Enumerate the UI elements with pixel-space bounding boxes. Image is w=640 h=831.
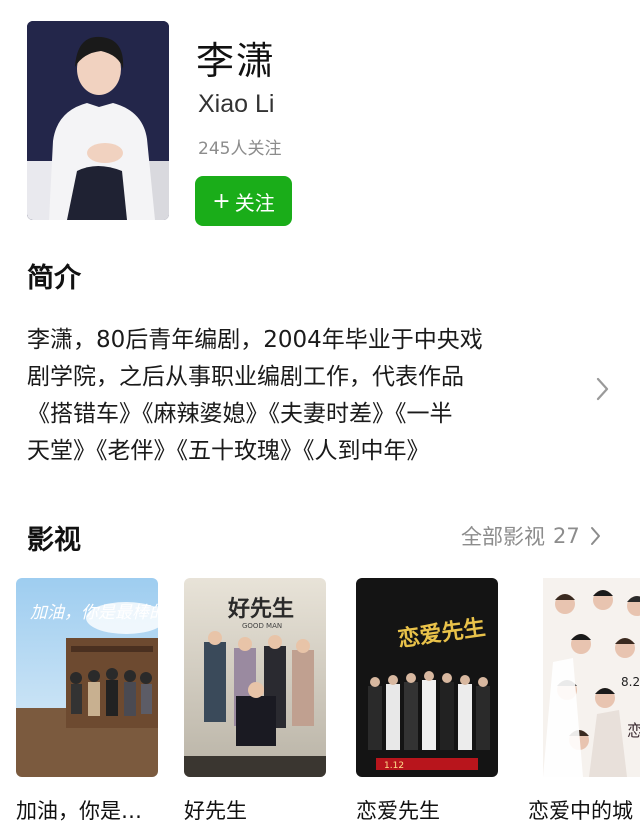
poster-title-text: 加油，你是最棒的	[30, 603, 158, 623]
poster-date-text: 8.20	[621, 675, 640, 689]
avatar	[27, 21, 169, 220]
avatar-photo	[27, 21, 169, 220]
intro-line: 天堂》《老伴》《五十玫瑰》《人到中年》	[27, 438, 430, 464]
film-title[interactable]: 恋爱先生	[356, 795, 440, 825]
poster-subtitle-text: GOOD MAN	[242, 622, 282, 630]
poster-image: 恋爱先生 1.12	[356, 578, 498, 777]
intro-text[interactable]: 李潇，80后青年编剧，2004年毕业于中央戏 剧学院，之后从事职业编剧工作，代表…	[27, 322, 567, 470]
intro-line: 剧学院，之后从事职业编剧工作，代表作品	[27, 364, 464, 390]
film-title[interactable]: 好先生	[184, 795, 247, 825]
films-heading: 影视	[27, 525, 81, 556]
intro-line: 《搭错车》《麻辣婆媳》《夫妻时差》《一半	[27, 401, 453, 427]
plus-icon: +	[212, 188, 231, 214]
poster-date-text: 1.12	[384, 761, 404, 771]
intro-heading: 简介	[27, 263, 81, 294]
poster-title-text: 恋爱中的	[627, 721, 640, 740]
poster-title-text: 好先生	[227, 596, 294, 622]
chevron-right-icon	[590, 527, 600, 545]
all-films-link[interactable]: 全部影视 27	[461, 521, 602, 551]
film-title[interactable]: 恋爱中的城	[528, 795, 633, 825]
poster-image: 好先生 GOOD MAN	[184, 578, 326, 777]
intro-line: 李潇，80后青年编剧，2004年毕业于中央戏	[27, 327, 483, 353]
chevron-right-icon[interactable]	[595, 376, 611, 402]
poster-image: 加油，你是最棒的	[16, 578, 158, 777]
film-poster[interactable]: 恋爱先生 1.12	[356, 578, 498, 777]
film-poster[interactable]: 好先生 GOOD MAN	[184, 578, 326, 777]
profile-name-en: Xiao Li	[198, 90, 275, 118]
follow-button[interactable]: + 关注	[195, 176, 292, 226]
film-title[interactable]: 加油，你是…	[16, 795, 142, 825]
poster-image: 8.20 恋爱中的	[543, 578, 640, 777]
follow-label: 关注	[234, 190, 275, 215]
follower-count: 245人关注	[198, 139, 282, 159]
films-count: 27	[553, 524, 580, 548]
all-films-label: 全部影视	[461, 525, 545, 549]
film-poster[interactable]: 加油，你是最棒的	[16, 578, 158, 777]
profile-name: 李潇	[196, 39, 277, 83]
film-poster[interactable]: 8.20 恋爱中的	[528, 578, 640, 777]
